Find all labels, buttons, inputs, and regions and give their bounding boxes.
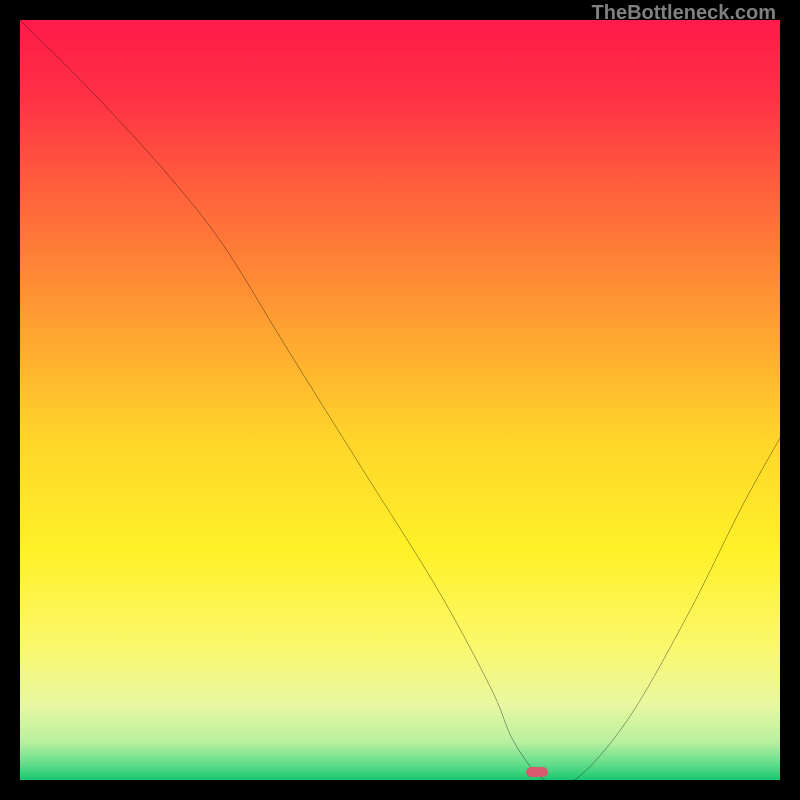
optimal-point-marker (526, 767, 548, 777)
gradient-background (20, 20, 780, 780)
bottleneck-chart (20, 20, 780, 780)
